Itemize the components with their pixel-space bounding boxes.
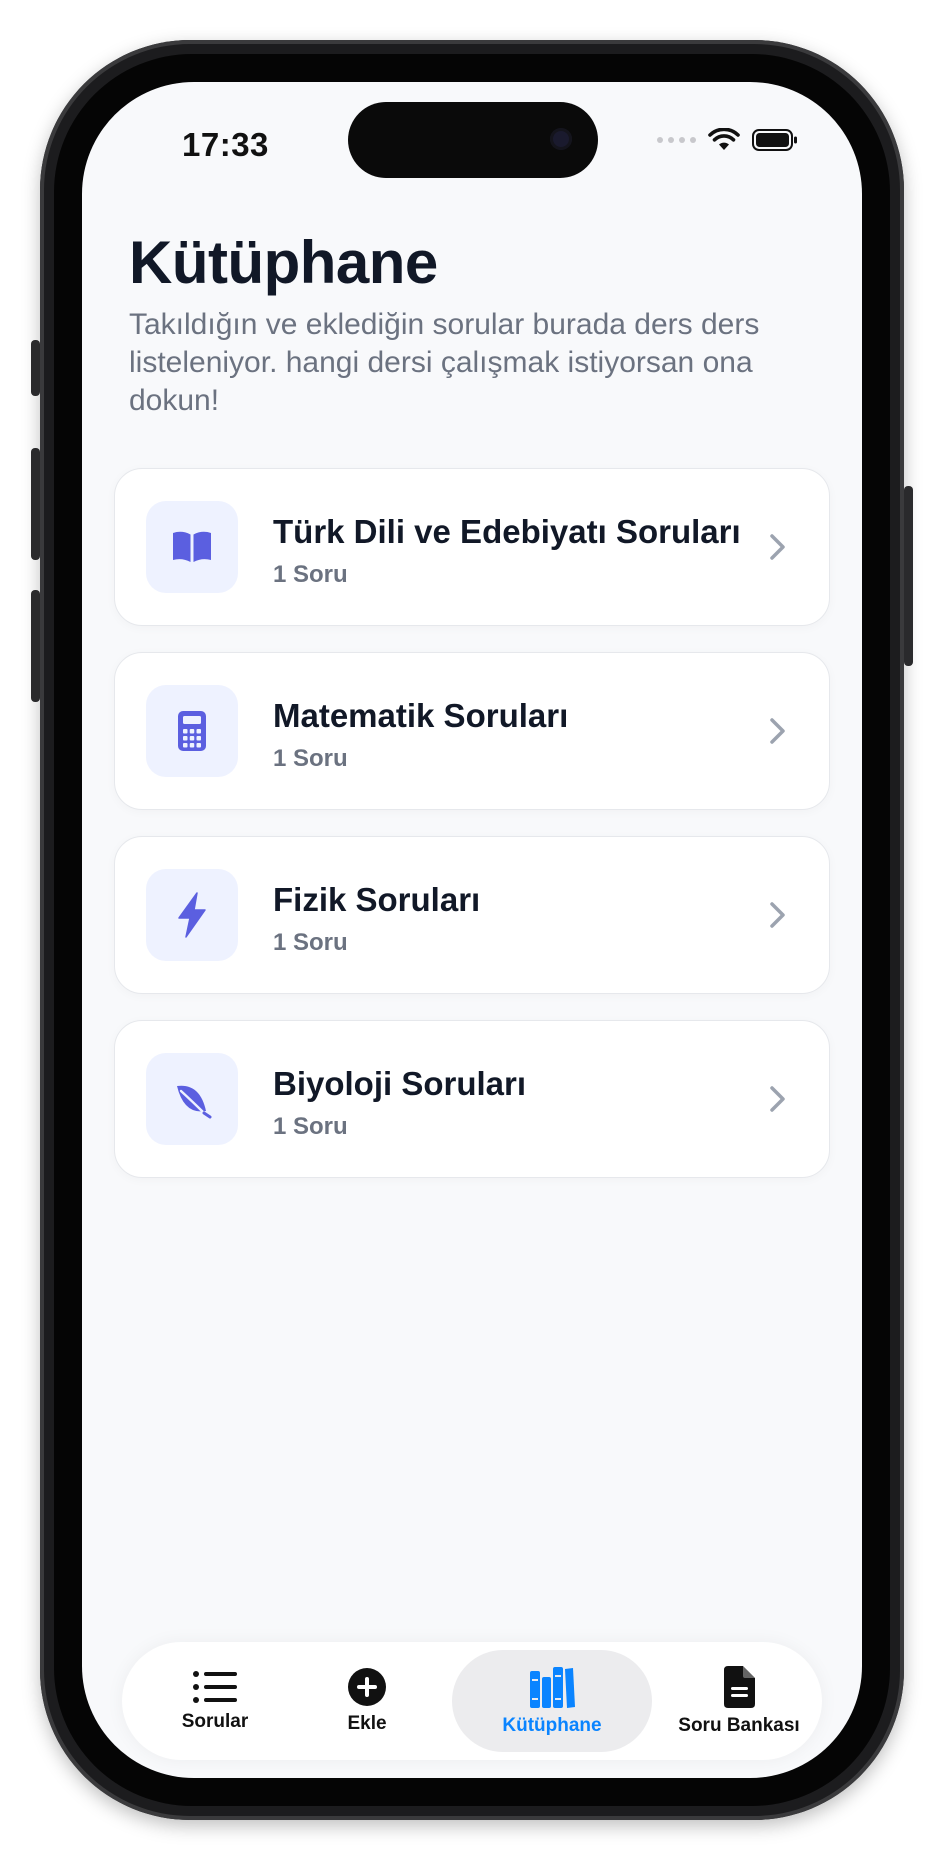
chevron-right-icon <box>770 534 785 560</box>
question-count: 1 Soru <box>273 929 348 956</box>
document-icon <box>724 1666 755 1708</box>
subject-title: Fizik Soruları <box>273 881 481 918</box>
tab-ekle[interactable]: Ekle <box>318 1642 416 1760</box>
wifi-icon <box>708 128 740 150</box>
subject-title: Biyoloji Soruları <box>273 1065 527 1102</box>
tab-label: Kütüphane <box>502 1715 602 1736</box>
power-button <box>904 486 913 666</box>
subject-card-matematik[interactable]: Matematik Soruları 1 Soru <box>114 652 830 810</box>
volume-up-button <box>31 448 40 560</box>
tab-label: Soru Bankası <box>678 1715 800 1736</box>
tab-label: Sorular <box>181 1711 249 1732</box>
action-button <box>31 340 40 396</box>
battery-icon <box>752 129 797 151</box>
chevron-right-icon <box>770 1086 785 1112</box>
tab-soru-bankasi[interactable]: Soru Bankası <box>674 1642 804 1760</box>
book-icon <box>146 501 238 593</box>
question-count: 1 Soru <box>273 745 348 772</box>
subject-card-turk-dili[interactable]: Türk Dili ve Edebiyatı Soruları 1 Soru <box>114 468 830 626</box>
calculator-icon <box>146 685 238 777</box>
status-time: 17:33 <box>182 126 269 163</box>
plus-circle-icon <box>348 1668 386 1706</box>
app-screen: 17:33 Kütüphane Takıldığın ve eklediğin … <box>82 82 862 1778</box>
subject-title: Matematik Soruları <box>273 697 569 734</box>
volume-down-button <box>31 590 40 702</box>
page-title: Kütüphane <box>129 229 438 296</box>
tab-bar: Sorular Ekle Kütüphane Soru Bankası <box>122 1642 822 1760</box>
chevron-right-icon <box>770 902 785 928</box>
books-icon <box>530 1667 575 1708</box>
leaf-icon <box>146 1053 238 1145</box>
subject-card-fizik[interactable]: Fizik Soruları 1 Soru <box>114 836 830 994</box>
chevron-right-icon <box>770 718 785 744</box>
subject-title: Türk Dili ve Edebiyatı Soruları <box>273 513 741 550</box>
camera-icon <box>550 128 572 150</box>
list-icon <box>193 1671 237 1703</box>
page-subtitle: Takıldığın ve eklediğin sorular burada d… <box>129 308 760 417</box>
tab-kutuphane[interactable]: Kütüphane <box>452 1642 652 1760</box>
status-icons <box>657 128 798 152</box>
question-count: 1 Soru <box>273 561 348 588</box>
cellular-signal-icon <box>657 137 696 143</box>
question-count: 1 Soru <box>273 1113 348 1140</box>
status-bar: 17:33 <box>82 82 862 192</box>
tab-label: Ekle <box>347 1713 387 1734</box>
tab-sorular[interactable]: Sorular <box>162 1642 268 1760</box>
subject-list: Türk Dili ve Edebiyatı Soruları 1 Soru M… <box>114 468 830 1204</box>
subject-card-biyoloji[interactable]: Biyoloji Soruları 1 Soru <box>114 1020 830 1178</box>
bolt-icon <box>146 869 238 961</box>
dynamic-island <box>348 102 598 178</box>
